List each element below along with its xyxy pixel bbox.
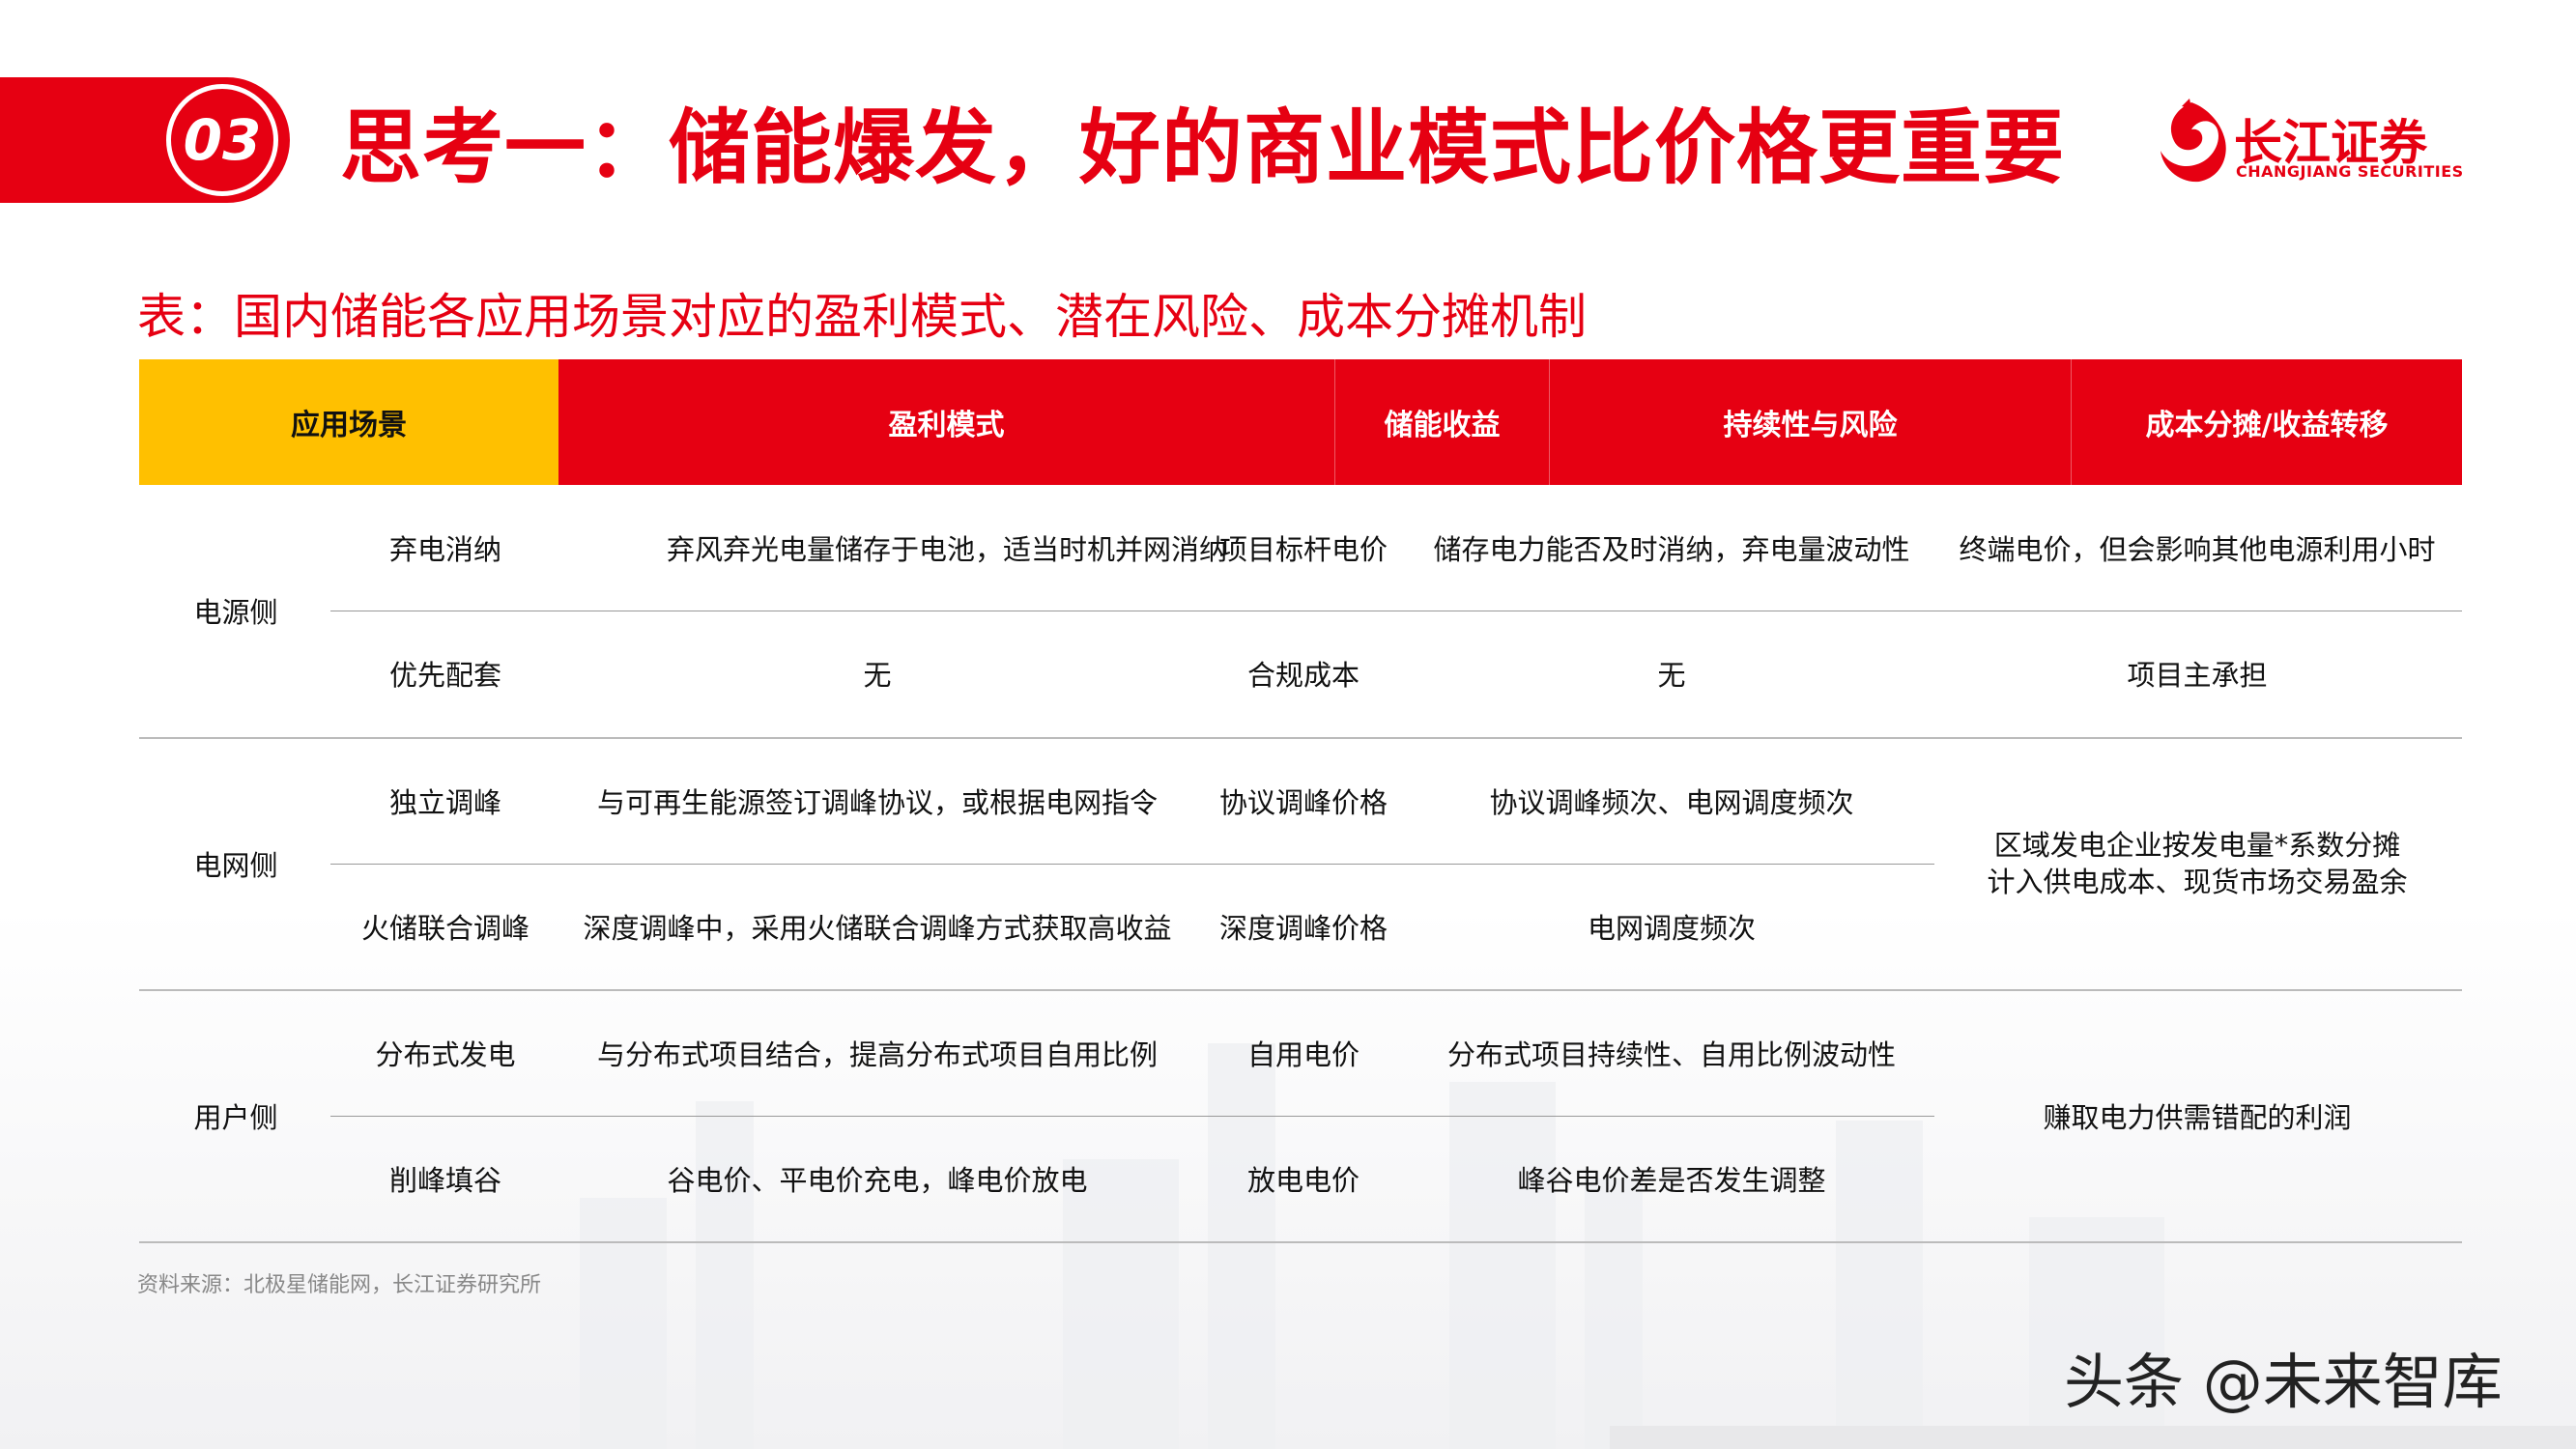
logo-name-en: CHANGJIANG SECURITIES — [2236, 162, 2464, 181]
profit-model-cell: 无 — [863, 659, 892, 692]
revenue-cell: 项目标杆电价 — [1218, 533, 1388, 566]
revenue-cell: 合规成本 — [1246, 659, 1360, 692]
risk-cell: 峰谷电价差是否发生调整 — [1517, 1164, 1826, 1197]
cost-sharing-line: 计入供电成本、现货市场交易盈余 — [1987, 866, 2408, 898]
risk-cell: 协议调峰频次、电网调度频次 — [1489, 786, 1854, 819]
scenario-cell: 优先配套 — [388, 659, 501, 692]
cost-sharing-cell: 项目主承担 — [2127, 659, 2268, 692]
header-profit-model: 盈利模式 — [558, 359, 1335, 485]
dragon-icon — [2161, 99, 2226, 183]
section-number-badge: 03 — [166, 84, 278, 196]
scenario-cell: 独立调峰 — [388, 786, 501, 819]
header-scenario: 应用场景 — [139, 359, 558, 485]
risk-cell: 储存电力能否及时消纳，弃电量波动性 — [1433, 533, 1910, 566]
cost-sharing-cell: 终端电价，但会影响其他电源利用小时 — [1959, 533, 2436, 566]
cost-sharing-line: 区域发电企业按发电量*系数分摊 — [1993, 829, 2401, 862]
page-title: 思考一：储能爆发，好的商业模式比价格更重要 — [340, 99, 2066, 195]
revenue-cell: 协议调峰价格 — [1218, 786, 1388, 819]
risk-cell: 分布式项目持续性、自用比例波动性 — [1446, 1038, 1896, 1071]
profit-model-cell: 与分布式项目结合，提高分布式项目自用比例 — [596, 1038, 1158, 1071]
risk-cell: 无 — [1657, 659, 1686, 692]
scenario-cell: 火储联合调峰 — [360, 912, 530, 945]
table-header-row: 应用场景 盈利模式 储能收益 持续性与风险 成本分摊/收益转移 — [139, 359, 2462, 485]
scenario-cell: 分布式发电 — [375, 1038, 516, 1071]
scenario-cell: 弃电消纳 — [388, 533, 501, 566]
table-bottom-border — [139, 1241, 2462, 1243]
table-caption: 表：国内储能各应用场景对应的盈利模式、潜在风险、成本分摊机制 — [137, 289, 1587, 345]
profit-model-cell: 谷电价、平电价充电，峰电价放电 — [667, 1164, 1088, 1197]
header-cost-sharing: 成本分摊/收益转移 — [2145, 409, 2389, 442]
header-revenue: 储能收益 — [1335, 359, 1550, 485]
company-logo: 长江证券 CHANGJIANG SECURITIES — [2153, 97, 2472, 193]
header-risk: 持续性与风险 — [1550, 359, 2072, 485]
revenue-cell: 自用电价 — [1246, 1038, 1360, 1071]
scenario-cell: 削峰填谷 — [388, 1164, 501, 1197]
group-label: 电网侧 — [193, 849, 278, 882]
source-note: 资料来源：北极星储能网，长江证券研究所 — [137, 1273, 542, 1297]
footer-band — [1610, 1426, 2576, 1449]
revenue-cell: 放电电价 — [1246, 1164, 1360, 1197]
profit-model-cell: 深度调峰中，采用火储联合调峰方式获取高收益 — [583, 912, 1172, 945]
group-label: 电源侧 — [193, 596, 278, 629]
group-label: 用户侧 — [193, 1101, 278, 1134]
revenue-cell: 深度调峰价格 — [1218, 912, 1388, 945]
watermark: 头条 @未来智库 — [2064, 1347, 2503, 1417]
cost-sharing-merged-cell: 区域发电企业按发电量*系数分摊 计入供电成本、现货市场交易盈余 — [1932, 738, 2462, 989]
cost-sharing-merged-cell: 赚取电力供需错配的利润 — [2043, 1101, 2352, 1134]
profit-model-cell: 与可再生能源签订调峰协议，或根据电网指令 — [596, 786, 1158, 819]
risk-cell: 电网调度频次 — [1587, 912, 1756, 945]
